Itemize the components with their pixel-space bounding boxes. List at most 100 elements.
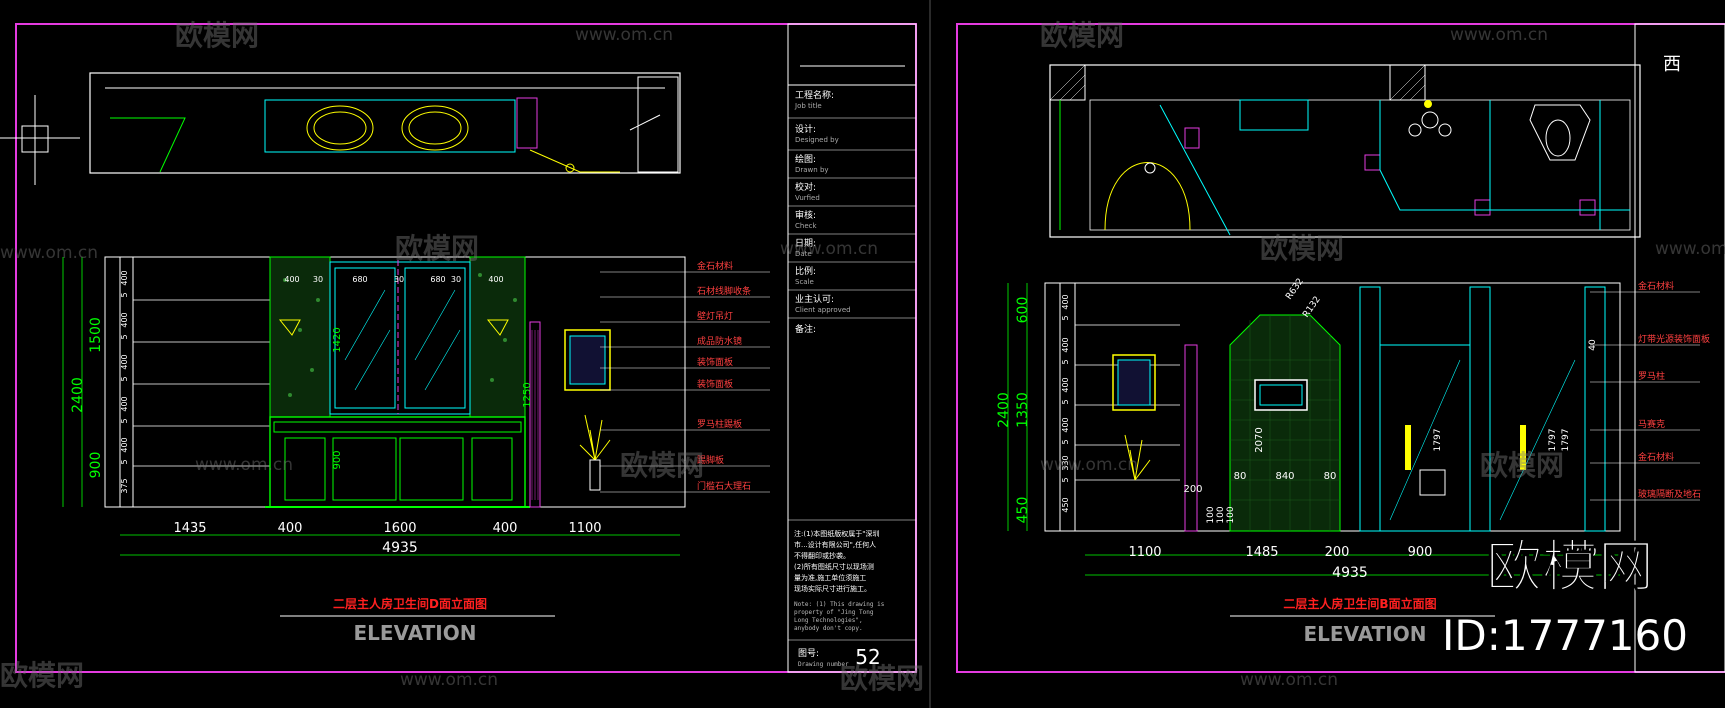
title-block-row-label: 审核: xyxy=(795,209,816,221)
left-material-notes: 金石材料石材线脚收条壁灯吊灯成品防水镜装饰面板装饰面板罗马柱踢板踢脚板门槛石大理… xyxy=(697,260,751,492)
right-base-dim-2: 100 xyxy=(1216,506,1226,523)
left-bottom-dim-labels: 1435 400 1600 400 1100 xyxy=(173,521,601,536)
left-height-detail-label: 5 xyxy=(120,459,129,464)
right-height-detail-label: 5 xyxy=(1061,359,1070,364)
right-total-width: 4935 xyxy=(1332,565,1368,581)
left-bottom-dim-label: 400 xyxy=(278,521,303,536)
left-height-total: 2400 xyxy=(70,377,86,413)
watermark-url: www.om.cn xyxy=(575,25,673,45)
right-height-detail-label: 400 xyxy=(1061,337,1070,352)
watermark-brand: 欧模网 xyxy=(175,19,259,52)
left-note-label: 门槛石大理石 xyxy=(697,480,751,492)
watermark-brand: 欧模网 xyxy=(1260,232,1344,265)
right-height-bottom: 450 xyxy=(1015,497,1031,524)
left-elevation xyxy=(62,256,770,556)
right-bottom-dim-label: 1485 xyxy=(1245,545,1278,560)
right-height-detail-label: 400 xyxy=(1061,377,1070,392)
title-block-note-en: Note: (1) This drawing is property of "J… xyxy=(794,601,888,632)
watermark-url: www.om.cn xyxy=(780,239,878,259)
sheet-number-label: 图号: xyxy=(798,648,819,659)
right-drawing-subtitle: ELEVATION xyxy=(1304,622,1427,646)
title-block-row-label-en: Designed by xyxy=(795,136,839,144)
watermark-brand: 欧模网 xyxy=(1480,449,1564,482)
title-block-row-label-en: Drawn by xyxy=(795,166,829,174)
right-base-dim-1: 100 xyxy=(1206,506,1216,523)
left-height-detail-label: 5 xyxy=(120,376,129,381)
left-total-width: 4935 xyxy=(382,540,418,556)
title-block-row-label: 设计: xyxy=(795,123,816,135)
left-note-label: 罗马柱踢板 xyxy=(697,418,742,430)
left-top-dim-label: 30 xyxy=(394,275,404,284)
left-height-detail-label: 5 xyxy=(120,292,129,297)
left-note-label: 成品防水镜 xyxy=(697,335,742,347)
left-height-detail-labels: 400 5 400 5 400 5 400 5 400 5 375 xyxy=(120,270,129,493)
left-height-detail-label: 400 xyxy=(120,270,129,285)
watermark-layer: 欧模网 www.om.cn 欧模网 www.om.cn 欧模网 www.om.c… xyxy=(0,19,1725,695)
left-top-dim-label: 680 xyxy=(352,275,367,284)
right-note-label: 罗马柱 xyxy=(1638,370,1665,382)
title-block-row-label-en: Vurfied xyxy=(795,194,820,202)
watermark-id: ID:1777160 xyxy=(1442,611,1688,660)
title-block-row-label: 校对: xyxy=(795,181,816,193)
right-height-detail-label: 5 xyxy=(1061,439,1070,444)
watermark-brand: 欧模网 xyxy=(0,659,84,692)
left-note-label: 金石材料 xyxy=(697,260,733,272)
right-column-width: 200 xyxy=(1183,484,1202,495)
watermark-url: www.om.cn xyxy=(195,455,293,475)
right-top-dim: 40 xyxy=(1588,339,1598,351)
left-height-lower: 900 xyxy=(88,452,104,479)
right-drawing-title: 二层主人房卫生间B面立面图 xyxy=(1283,596,1436,611)
watermark-url: www.om.cn xyxy=(1655,239,1725,259)
left-note-label: 装饰面板 xyxy=(697,378,733,390)
title-block-row-label-en: Client approved xyxy=(795,306,851,314)
right-note-label: 玻璃隔断及地石 xyxy=(1638,488,1701,500)
left-plan-view xyxy=(89,72,681,174)
crosshair-cursor xyxy=(0,95,80,185)
title-block-row-label: 备注: xyxy=(795,323,816,335)
title-block-row-label: 工程名称: xyxy=(795,89,834,101)
watermark-brand: 欧模网 xyxy=(1040,19,1124,52)
left-note-label: 石材线脚收条 xyxy=(697,285,751,297)
left-height-detail-label: 5 xyxy=(120,334,129,339)
watermark-brand: 欧模网 xyxy=(620,449,704,482)
right-height-detail-label: 5 xyxy=(1061,315,1070,320)
watermark-url: www.om.cn xyxy=(1240,670,1338,690)
title-block-row-label-en: Job title xyxy=(794,102,822,110)
right-radius-2: R132 xyxy=(1301,295,1323,320)
right-note-label: 马赛克 xyxy=(1638,418,1665,430)
watermark-big-brand: 欧模网 xyxy=(1486,535,1654,600)
right-height-mid: 1350 xyxy=(1015,392,1031,428)
watermark-url: www.om.cn xyxy=(0,243,98,263)
right-glass-height-1: 1797 xyxy=(1433,429,1443,452)
left-bottom-dim-label: 400 xyxy=(493,521,518,536)
left-top-dim-label: 30 xyxy=(451,275,461,284)
right-elevation xyxy=(1007,282,1700,576)
title-block-note-cn: 注:(1)本图纸版权属于"深圳 市...设计有限公司",任何人 不得翻印或抄袭。… xyxy=(794,529,882,593)
right-height-top: 600 xyxy=(1015,297,1031,324)
right-height-detail-label: 5 xyxy=(1061,399,1070,404)
left-column-height: 1250 xyxy=(522,382,533,407)
cad-drawing-canvas: 2400 1500 900 400 5 400 5 400 5 400 5 400 5 375 40… xyxy=(0,0,1725,708)
left-height-detail-label: 375 xyxy=(120,478,129,493)
right-base-dim-3: 100 xyxy=(1226,506,1236,523)
left-height-detail-label: 5 xyxy=(120,418,129,423)
left-top-dim-label: 680 xyxy=(430,275,445,284)
right-height-detail-label: 400 xyxy=(1061,294,1070,309)
watermark-url: www.om.cn xyxy=(1040,455,1138,475)
right-height-total: 2400 xyxy=(996,392,1012,428)
right-niche-height: 2070 xyxy=(1254,427,1265,452)
left-top-dim-label: 30 xyxy=(313,275,323,284)
right-radius-1: R632 xyxy=(1284,277,1306,302)
left-height-detail-label: 400 xyxy=(120,312,129,327)
left-height-detail-label: 400 xyxy=(120,354,129,369)
right-height-detail-label: 5 xyxy=(1061,477,1070,482)
left-mirror-height: 1420 xyxy=(332,327,343,352)
right-note-label: 灯带光源装饰面板 xyxy=(1638,333,1710,345)
right-plan-view xyxy=(1049,64,1641,238)
left-drawing-subtitle: ELEVATION xyxy=(354,621,477,645)
right-height-detail-label: 450 xyxy=(1061,497,1070,512)
watermark-brand: 欧模网 xyxy=(840,662,924,695)
watermark-url: www.om.cn xyxy=(400,670,498,690)
left-bottom-dim-label: 1435 xyxy=(173,521,206,536)
right-corner-label: 西 xyxy=(1663,54,1681,75)
